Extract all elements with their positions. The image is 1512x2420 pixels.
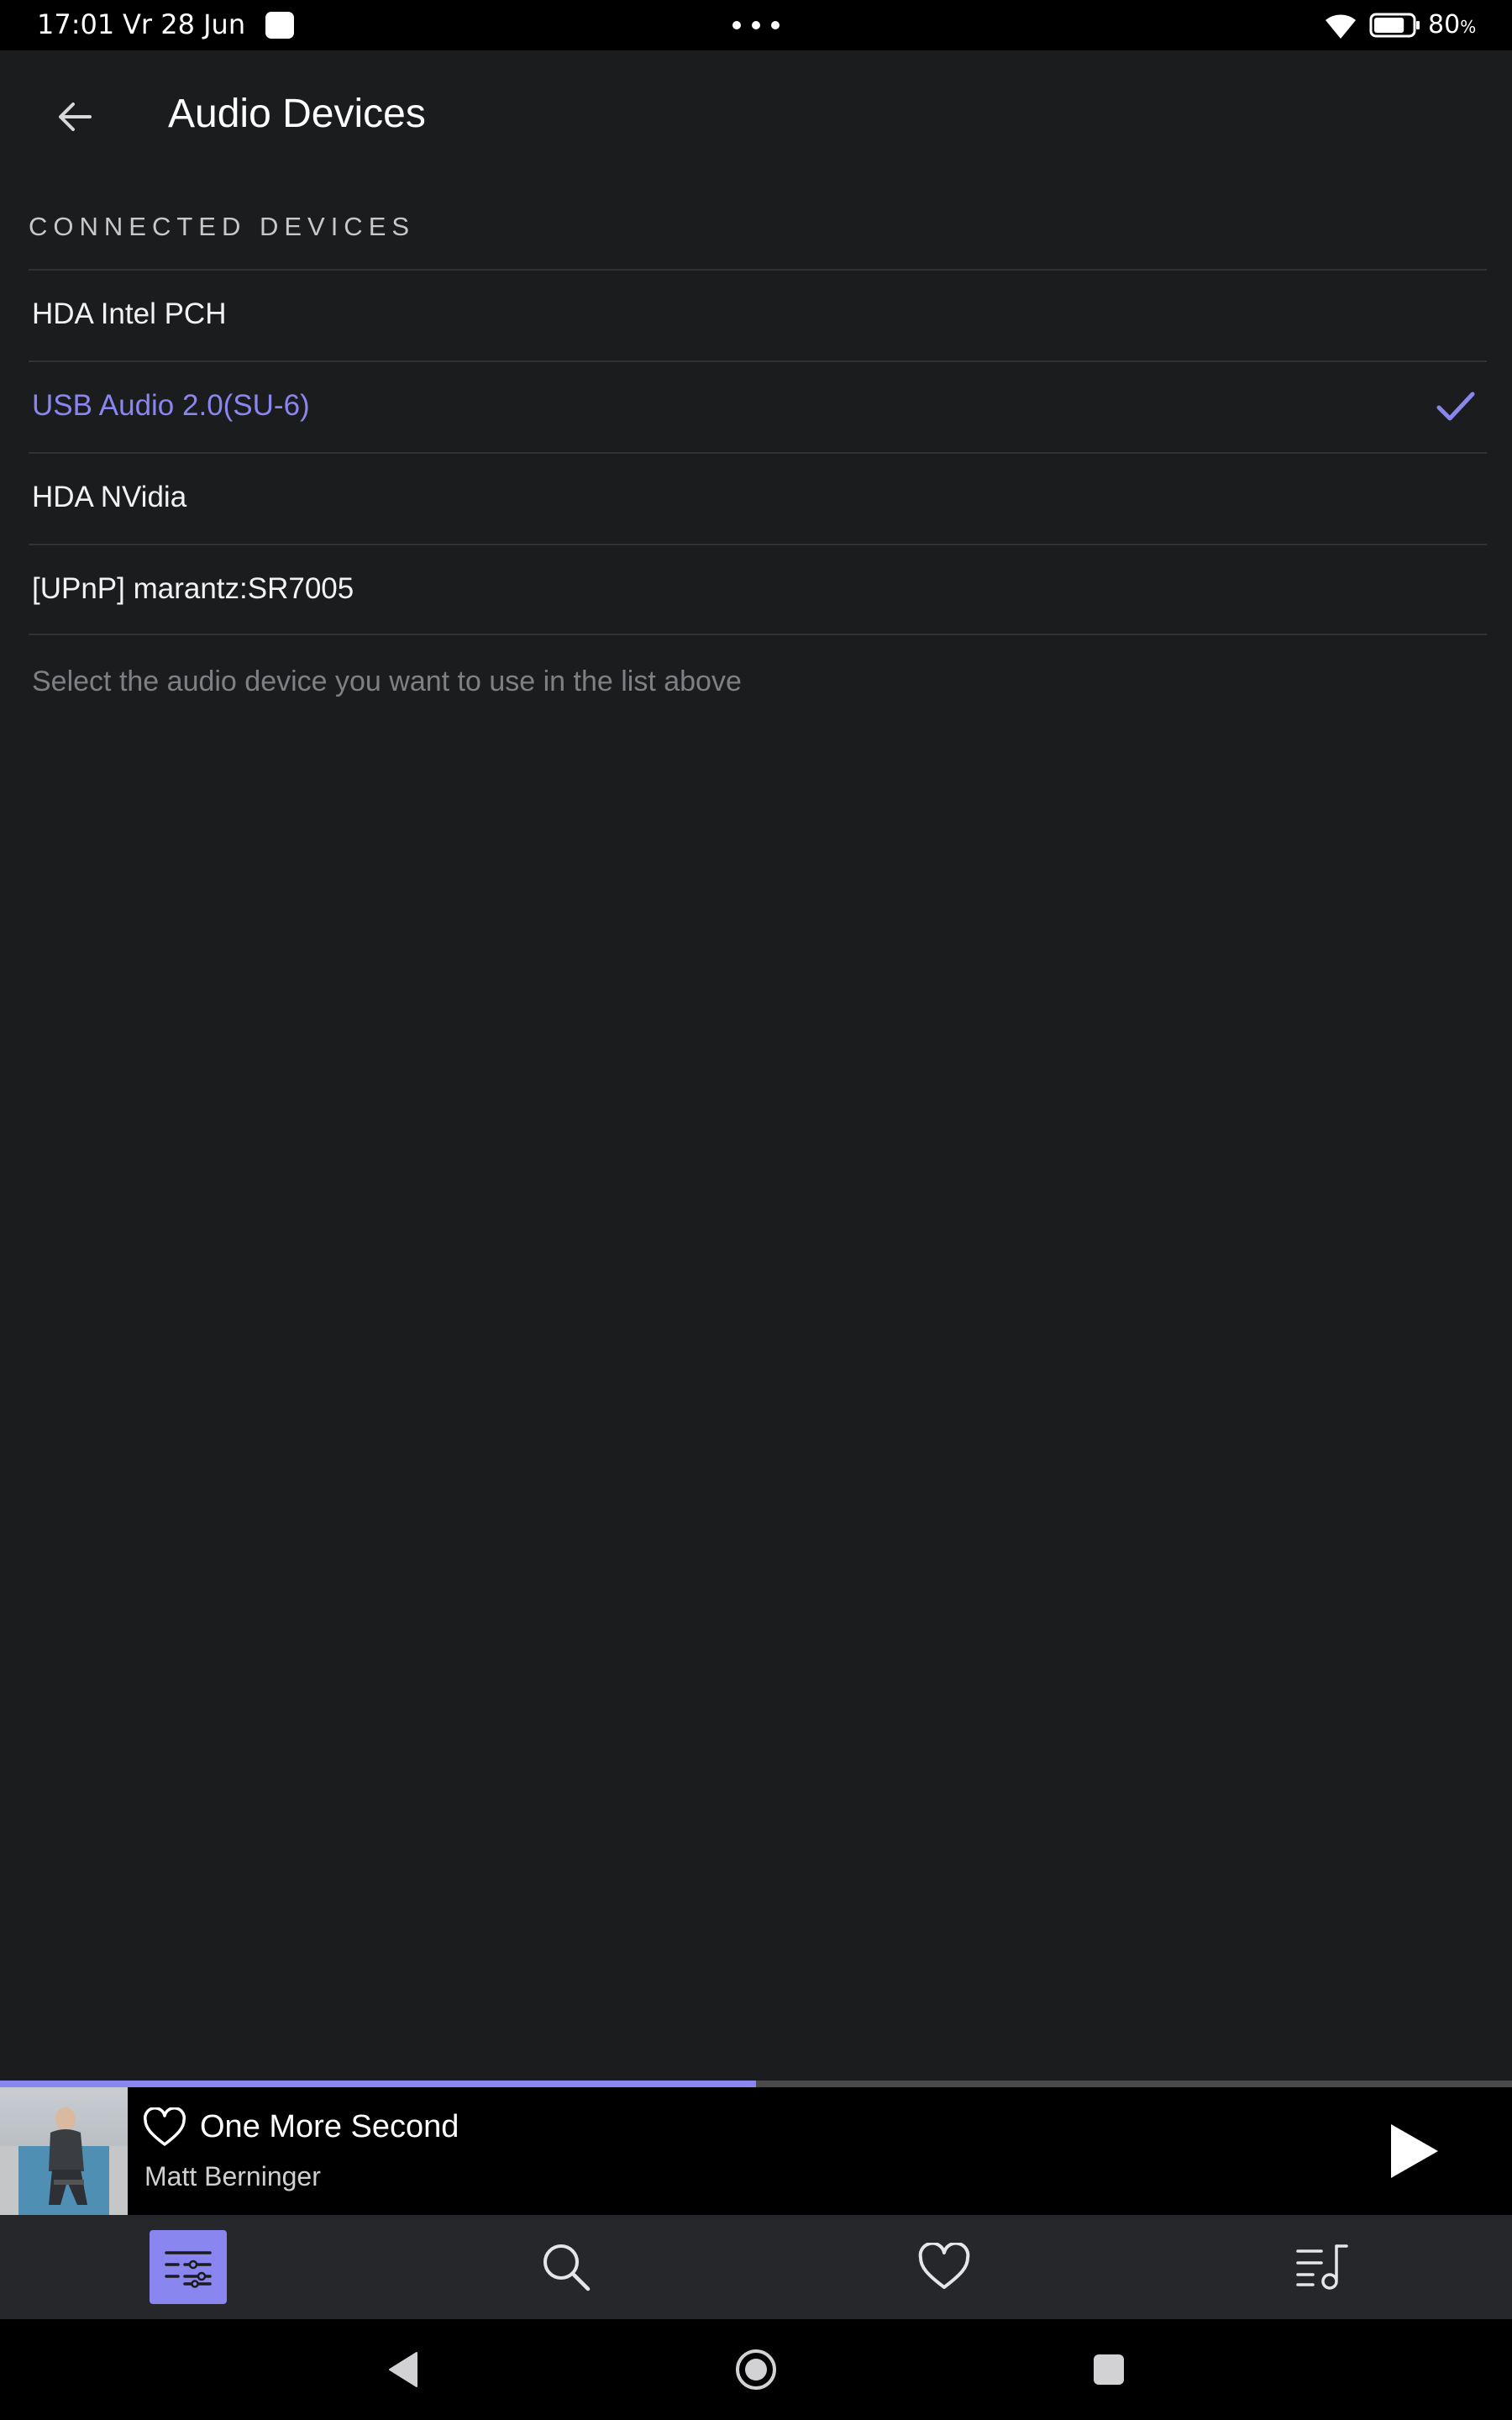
status-bar: 17:01 Vr 28 Jun 80%	[0, 0, 1512, 50]
mini-player[interactable]: One More Second Matt Berninger	[0, 2087, 1512, 2215]
device-label: HDA Intel PCH	[32, 297, 227, 330]
device-list: HDA Intel PCH USB Audio 2.0(SU-6) HDA NV…	[29, 269, 1487, 635]
device-item-upnp-marantz[interactable]: [UPnP] marantz:SR7005	[29, 544, 1487, 635]
check-icon	[1436, 392, 1475, 421]
battery-value: 80	[1428, 10, 1461, 39]
library-settings-icon	[165, 2251, 212, 2288]
nav-search[interactable]	[528, 2230, 605, 2304]
system-recents-icon[interactable]	[1084, 2344, 1134, 2395]
device-item-usb-audio[interactable]: USB Audio 2.0(SU-6)	[29, 360, 1487, 452]
nav-favorites[interactable]	[906, 2230, 983, 2304]
battery-unit: %	[1460, 17, 1477, 37]
album-art[interactable]	[0, 2087, 128, 2215]
device-label: USB Audio 2.0(SU-6)	[32, 389, 310, 422]
playback-progress[interactable]	[0, 2081, 1512, 2087]
more-dots-icon	[732, 17, 780, 34]
device-label: HDA NVidia	[32, 481, 187, 513]
battery-percentage: 80%	[1428, 10, 1476, 39]
arrow-left-icon	[59, 103, 92, 131]
bottom-nav	[0, 2215, 1512, 2319]
nav-queue[interactable]	[1284, 2230, 1361, 2304]
nav-library-settings[interactable]	[150, 2230, 227, 2304]
queue-music-icon	[1296, 2244, 1348, 2290]
notification-icon	[265, 12, 294, 39]
section-header: CONNECTED DEVICES	[29, 212, 416, 241]
system-home-icon[interactable]	[731, 2344, 781, 2395]
play-icon[interactable]	[1384, 2121, 1443, 2181]
track-artist: Matt Berninger	[144, 2161, 321, 2191]
search-icon	[543, 2244, 591, 2291]
device-item-hda-intel-pch[interactable]: HDA Intel PCH	[29, 269, 1487, 360]
heart-icon	[918, 2243, 970, 2289]
progress-fill	[0, 2081, 756, 2087]
status-time: 17:01	[37, 8, 115, 40]
system-nav-bar	[0, 2319, 1512, 2420]
back-button[interactable]	[45, 87, 104, 146]
status-date: Vr 28 Jun	[123, 8, 246, 40]
device-label: [UPnP] marantz:SR7005	[32, 572, 354, 605]
page-title: Audio Devices	[168, 92, 426, 136]
favorite-heart-icon[interactable]	[143, 2107, 186, 2148]
system-back-icon[interactable]	[378, 2344, 428, 2395]
device-item-hda-nvidia[interactable]: HDA NVidia	[29, 452, 1487, 544]
track-title: One More Second	[200, 2109, 459, 2144]
battery-icon	[1369, 13, 1420, 38]
hint-text: Select the audio device you want to use …	[32, 666, 742, 697]
wifi-icon	[1326, 14, 1356, 39]
